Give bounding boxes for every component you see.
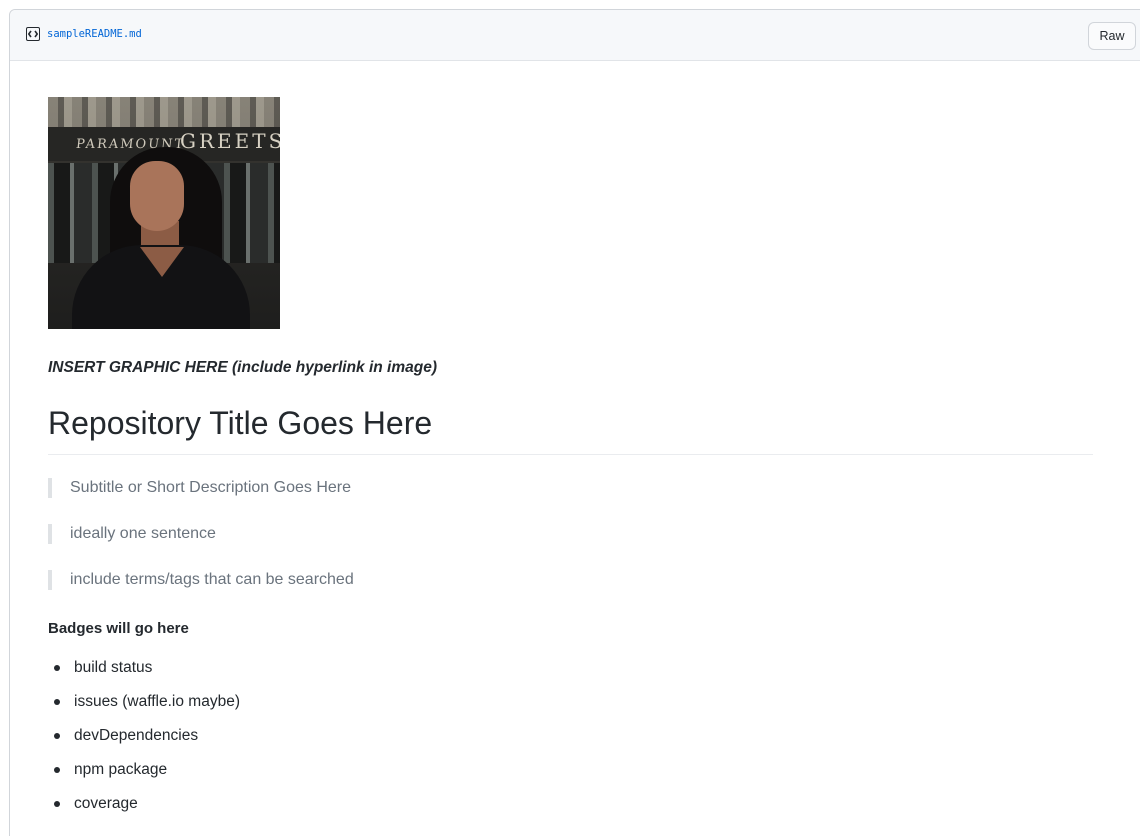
blockquote-tags: include terms/tags that can be searched: [48, 570, 1093, 590]
list-item: coverage: [48, 795, 1093, 829]
list-item: issues (waffle.io maybe): [48, 693, 1093, 727]
badges-heading: Badges will go here: [48, 620, 189, 637]
image-caption: INSERT GRAPHIC HERE (include hyperlink i…: [48, 359, 437, 376]
photo-face: [130, 161, 184, 231]
repository-title: Repository Title Goes Here: [48, 405, 1093, 455]
blockquote-subtitle: Subtitle or Short Description Goes Here: [48, 478, 1093, 498]
file-header: sampleREADME.md Raw: [10, 10, 1140, 61]
badges-list: build status issues (waffle.io maybe) de…: [48, 659, 1093, 829]
list-item: devDependencies: [48, 727, 1093, 761]
raw-button[interactable]: Raw: [1088, 22, 1136, 50]
code-file-icon: [26, 27, 40, 41]
readme-content: PARAMOUNT GREETS INSERT GRAPHIC HERE (in…: [48, 97, 1093, 829]
photo-vneck: [140, 247, 184, 277]
list-item: npm package: [48, 761, 1093, 795]
blockquote-sentence: ideally one sentence: [48, 524, 1093, 544]
file-name-link[interactable]: sampleREADME.md: [47, 28, 142, 40]
list-item: build status: [48, 659, 1093, 693]
header-image-link[interactable]: PARAMOUNT GREETS: [48, 97, 280, 329]
photo-sign-right: GREETS: [180, 129, 280, 153]
